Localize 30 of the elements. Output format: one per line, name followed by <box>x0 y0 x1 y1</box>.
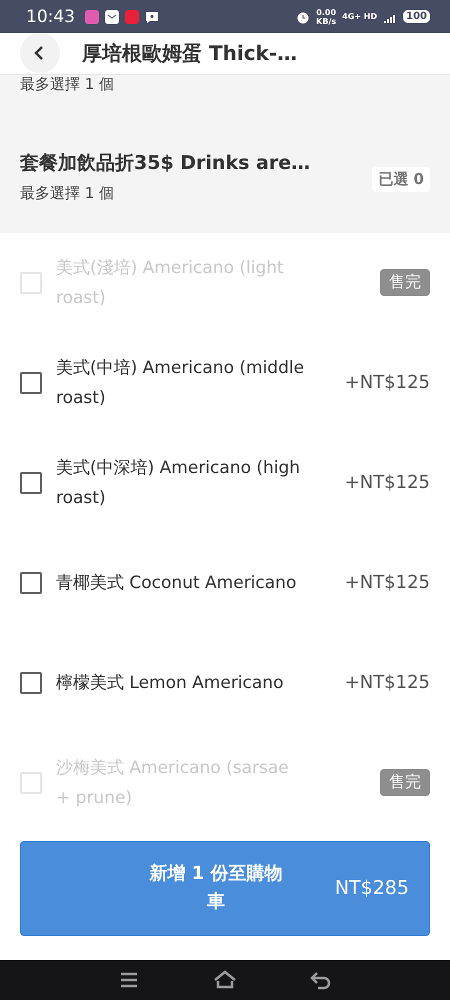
sold-out-badge: 售完 <box>380 269 430 296</box>
battery-level: 100 <box>403 10 430 24</box>
option-price: +NT$125 <box>344 572 430 594</box>
option-price: +NT$125 <box>344 372 430 394</box>
option-name: 青椰美式 Coconut Americano <box>56 572 298 595</box>
option-name: 美式(中培) Americano (middle roast) <box>56 356 306 410</box>
back-button[interactable] <box>20 33 60 74</box>
option-checkbox[interactable] <box>20 572 42 594</box>
network-speed: 0.00 KB/s <box>316 8 336 26</box>
message-icon <box>145 10 159 24</box>
add-to-cart-button[interactable]: 新增 1 份至購物車 NT$285 <box>20 840 430 936</box>
notification-icon <box>85 10 99 24</box>
group-title: 套餐加飲品折35$ Drinks are… <box>20 150 312 176</box>
option-name: 檸檬美式 Lemon Americano <box>56 672 284 695</box>
selection-limit: 最多選擇 1 個 <box>20 184 116 203</box>
network-type: 4G+ HD <box>342 12 378 22</box>
status-time: 10:43 <box>26 6 75 27</box>
option-checkbox[interactable] <box>20 472 42 494</box>
alarm-icon <box>296 10 310 24</box>
option-checkbox[interactable] <box>20 372 42 394</box>
option-price: +NT$125 <box>344 472 430 494</box>
option-name: 美式(中深培) Americano (high roast) <box>56 456 302 510</box>
option-price: +NT$125 <box>344 672 430 694</box>
page-title: 厚培根歐姆蛋 Thick-… <box>82 40 298 67</box>
selection-limit: 最多選擇 1 個 <box>20 74 116 94</box>
option-checkbox[interactable] <box>20 672 42 694</box>
mail-icon <box>105 10 119 24</box>
notification-icon <box>125 10 139 24</box>
selected-count: 已選 0 <box>372 166 430 192</box>
sold-out-badge: 售完 <box>380 769 430 796</box>
